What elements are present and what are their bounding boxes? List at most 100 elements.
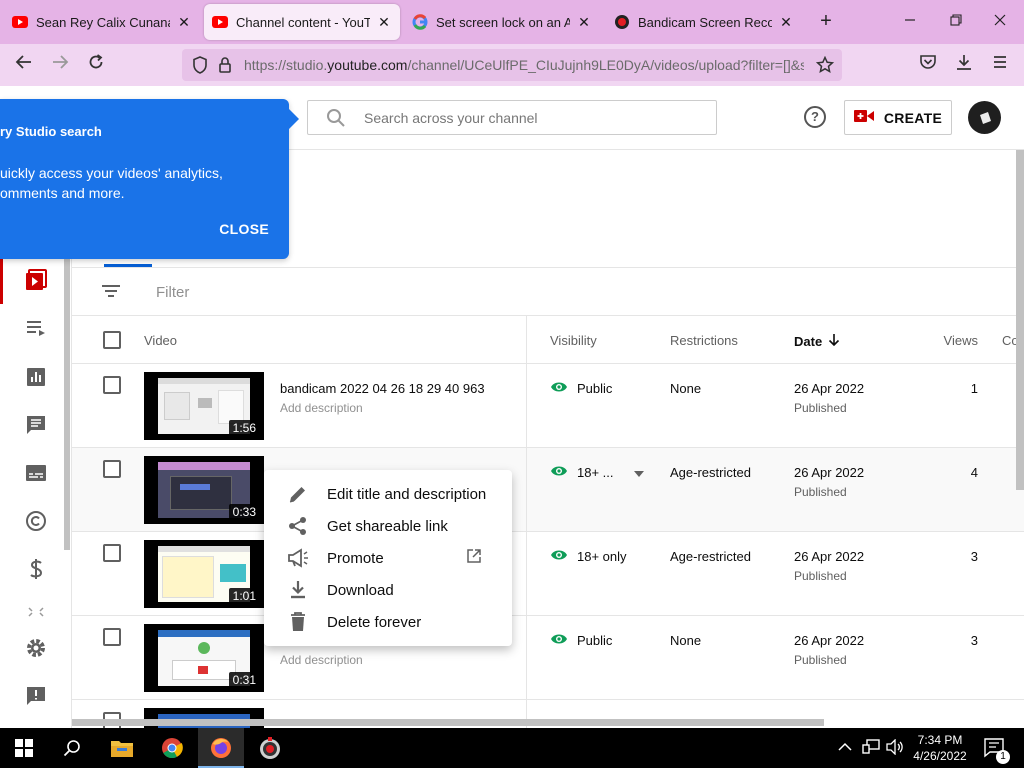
table-row[interactable]: 0:33 18+ ... Age-restricted 26 Apr 2022 … bbox=[72, 448, 1024, 532]
url-text[interactable]: https://studio.youtube.com/channel/UCeUl… bbox=[244, 57, 804, 73]
filter-bar[interactable]: Filter bbox=[72, 267, 1024, 316]
settings-gear-icon[interactable] bbox=[24, 636, 48, 660]
video-thumbnail[interactable]: 1:01 bbox=[144, 540, 264, 608]
studio-search[interactable] bbox=[307, 100, 717, 135]
table-row[interactable]: 1:56 bandicam 2022 04 26 18 29 40 963 Ad… bbox=[72, 364, 1024, 448]
views-cell: 1 bbox=[970, 381, 978, 396]
vertical-scrollbar[interactable] bbox=[1016, 150, 1024, 490]
bandicam-icon bbox=[614, 14, 630, 30]
reload-icon[interactable] bbox=[84, 53, 108, 77]
windows-start-icon[interactable] bbox=[12, 736, 36, 760]
browser-tab-3[interactable]: Set screen lock on an Andro ✕ bbox=[404, 4, 600, 40]
menu-item-promote[interactable]: Promote bbox=[264, 542, 512, 574]
analytics-icon[interactable] bbox=[24, 365, 48, 389]
row-checkbox[interactable] bbox=[103, 628, 121, 646]
video-thumbnail[interactable]: 1:56 bbox=[144, 372, 264, 440]
header-date-sort[interactable]: Date bbox=[794, 333, 840, 350]
trash-icon bbox=[286, 610, 310, 634]
tooltip-close-button[interactable]: CLOSE bbox=[219, 221, 269, 237]
new-tab-button[interactable]: + bbox=[814, 10, 838, 34]
filter-input[interactable]: Filter bbox=[156, 284, 189, 301]
header-views[interactable]: Views bbox=[922, 333, 978, 348]
browser-tab-strip: Sean Rey Calix Cunanan - Y ✕ Channel con… bbox=[0, 0, 1024, 44]
status-cell: Published bbox=[794, 485, 847, 499]
menu-item-label: Download bbox=[327, 582, 394, 599]
menu-item-download[interactable]: Download bbox=[264, 574, 512, 606]
close-tab-icon[interactable]: ✕ bbox=[176, 14, 192, 31]
video-camera-icon bbox=[853, 109, 874, 126]
playlists-icon[interactable] bbox=[24, 316, 48, 340]
menu-item-delete[interactable]: Delete forever bbox=[264, 606, 512, 638]
visibility-cell[interactable]: Public bbox=[550, 633, 612, 648]
browser-tab-2[interactable]: Channel content - YouTube ✕ bbox=[204, 4, 400, 40]
search-icon[interactable] bbox=[60, 736, 84, 760]
content-icon[interactable] bbox=[24, 268, 48, 292]
close-tab-icon[interactable]: ✕ bbox=[376, 14, 392, 31]
browser-tab-1[interactable]: Sean Rey Calix Cunanan - Y ✕ bbox=[4, 4, 200, 40]
row-checkbox[interactable] bbox=[103, 460, 121, 478]
views-cell: 4 bbox=[970, 465, 978, 480]
network-icon[interactable] bbox=[862, 739, 880, 758]
tracking-protection-icon[interactable] bbox=[192, 56, 208, 79]
header-visibility[interactable]: Visibility bbox=[550, 333, 597, 348]
address-bar[interactable]: https://studio.youtube.com/channel/UCeUl… bbox=[182, 49, 842, 81]
subtitles-icon[interactable] bbox=[24, 461, 48, 485]
dollar-icon[interactable] bbox=[24, 557, 48, 581]
search-input[interactable] bbox=[364, 107, 704, 129]
forward-arrow-icon[interactable] bbox=[48, 53, 72, 77]
back-arrow-icon[interactable] bbox=[12, 53, 36, 77]
firefox-icon[interactable] bbox=[209, 736, 233, 760]
menu-item-edit-title[interactable]: Edit title and description bbox=[264, 478, 512, 510]
downloads-icon[interactable] bbox=[952, 53, 976, 77]
close-window-icon[interactable] bbox=[988, 10, 1012, 34]
dropdown-arrow-icon[interactable] bbox=[633, 465, 644, 480]
close-tab-icon[interactable]: ✕ bbox=[778, 14, 794, 31]
visibility-cell[interactable]: 18+ ... bbox=[550, 465, 644, 480]
tab-title: Bandicam Screen Recorder bbox=[638, 14, 772, 30]
chevron-up-icon[interactable] bbox=[838, 739, 852, 755]
file-explorer-icon[interactable] bbox=[110, 736, 134, 760]
pocket-icon[interactable] bbox=[916, 53, 940, 77]
browser-tab-4[interactable]: Bandicam Screen Recorder ✕ bbox=[606, 4, 802, 40]
video-title[interactable]: bandicam 2022 04 26 18 29 40 963 bbox=[280, 381, 485, 396]
maximize-icon[interactable] bbox=[944, 10, 968, 34]
menu-item-share-link[interactable]: Get shareable link bbox=[264, 510, 512, 542]
bandicam-icon[interactable] bbox=[258, 736, 282, 760]
youtube-icon bbox=[212, 14, 228, 30]
status-cell: Published bbox=[794, 569, 847, 583]
video-thumbnail[interactable]: 0:31 bbox=[144, 624, 264, 692]
customization-icon[interactable] bbox=[24, 600, 48, 624]
close-tab-icon[interactable]: ✕ bbox=[576, 14, 592, 31]
browser-toolbar: https://studio.youtube.com/channel/UCeUl… bbox=[0, 44, 1024, 86]
menu-item-label: Get shareable link bbox=[327, 518, 448, 535]
bookmark-star-icon[interactable] bbox=[815, 55, 835, 79]
visibility-cell[interactable]: Public bbox=[550, 381, 612, 396]
feedback-icon[interactable] bbox=[24, 684, 48, 708]
status-cell: Published bbox=[794, 653, 847, 667]
select-all-checkbox[interactable] bbox=[103, 331, 121, 349]
hamburger-menu-icon[interactable] bbox=[988, 53, 1012, 77]
video-thumbnail[interactable]: 0:33 bbox=[144, 456, 264, 524]
create-button[interactable]: CREATE bbox=[844, 100, 952, 135]
restrictions-cell: Age-restricted bbox=[670, 465, 751, 480]
system-clock[interactable]: 7:34 PM 4/26/2022 bbox=[898, 732, 982, 764]
comments-icon[interactable] bbox=[24, 413, 48, 437]
horizontal-scrollbar[interactable] bbox=[72, 719, 824, 726]
avatar[interactable] bbox=[968, 101, 1001, 134]
row-checkbox[interactable] bbox=[103, 544, 121, 562]
video-description[interactable]: Add description bbox=[280, 653, 363, 667]
visibility-cell[interactable]: 18+ only bbox=[550, 549, 627, 564]
copyright-icon[interactable] bbox=[24, 509, 48, 533]
filter-icon[interactable] bbox=[100, 282, 122, 305]
video-description[interactable]: Add description bbox=[280, 401, 363, 415]
minimize-icon[interactable] bbox=[898, 10, 922, 34]
lock-icon[interactable] bbox=[218, 56, 232, 79]
help-icon[interactable]: ? bbox=[804, 106, 826, 128]
chrome-icon[interactable] bbox=[160, 736, 184, 760]
header-restrictions[interactable]: Restrictions bbox=[670, 333, 738, 348]
restrictions-cell: None bbox=[670, 381, 702, 396]
row-checkbox[interactable] bbox=[103, 376, 121, 394]
table-row[interactable]: 1:01 18+ only Age-restricted 26 Apr 2022… bbox=[72, 532, 1024, 616]
table-row[interactable]: 0:31 Add description Public None 26 Apr … bbox=[72, 616, 1024, 700]
video-options-menu: Edit title and description Get shareable… bbox=[264, 470, 512, 646]
